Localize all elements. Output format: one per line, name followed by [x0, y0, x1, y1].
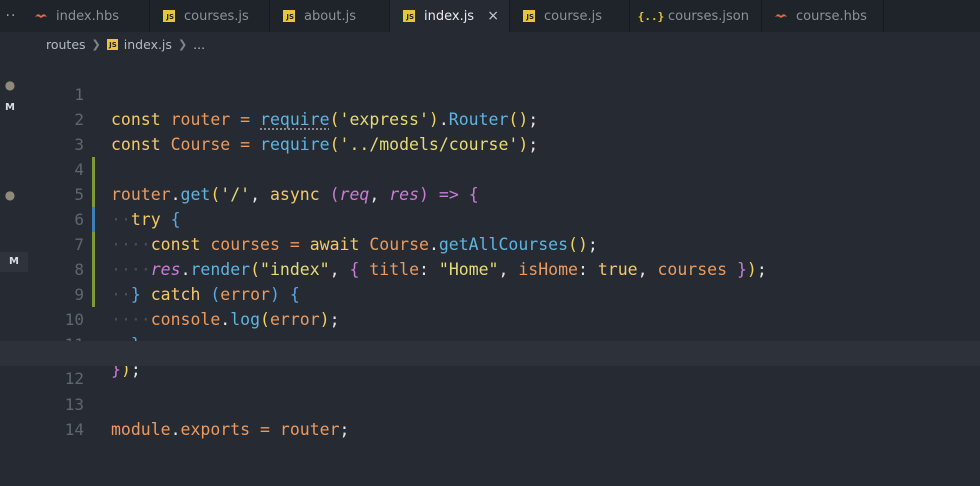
code-line[interactable]: 8 ··} catch (error) { — [0, 232, 980, 304]
js-badge: JS — [523, 10, 535, 22]
tab-about-js[interactable]: JS about.js — [270, 0, 390, 32]
code-line[interactable]: 6 ····const courses = await Course.getAl… — [0, 182, 980, 254]
breadcrumb-folder[interactable]: routes — [46, 37, 86, 52]
code-line[interactable]: 10 ··} — [0, 282, 980, 354]
code-line[interactable]: 13 module.exports = router; — [0, 367, 980, 439]
js-badge: JS — [403, 10, 415, 22]
tab-courses-json[interactable]: {..} courses.json — [630, 0, 762, 32]
breadcrumb-file[interactable]: index.js — [124, 37, 172, 52]
breadcrumb-symbol[interactable]: ... — [193, 37, 205, 52]
code-line[interactable]: 9 ····console.log(error); — [0, 257, 980, 329]
code-line[interactable]: 5 ··try { — [0, 157, 980, 229]
js-icon: JS — [282, 9, 296, 23]
js-badge: JS — [163, 10, 175, 22]
code-line[interactable]: 4 router.get('/', async (req, res) => { — [0, 132, 980, 204]
js-icon: JS — [522, 9, 536, 23]
code-editor[interactable]: 1 const router = require('express').Rout… — [0, 56, 980, 486]
js-icon: JS — [162, 9, 176, 23]
tab-label: index.js — [424, 8, 475, 24]
code-line[interactable]: 7 ····res.render("index", { title: "Home… — [0, 207, 980, 279]
code-line[interactable]: 14 — [0, 392, 980, 439]
json-badge: {..} — [637, 9, 665, 23]
tab-overflow-icon[interactable]: ·· — [0, 0, 22, 32]
code-line-current[interactable]: 12 — [0, 341, 980, 388]
js-icon: JS — [106, 38, 118, 50]
js-icon: JS — [402, 9, 416, 23]
code-line[interactable]: 3 — [0, 107, 980, 154]
tab-course-hbs[interactable]: course.hbs — [762, 0, 884, 32]
chevron-right-icon: ❯ — [177, 37, 188, 51]
close-icon[interactable]: × — [487, 8, 499, 24]
handlebars-icon — [774, 9, 788, 23]
handlebars-icon — [34, 9, 48, 23]
tab-label: courses.js — [184, 8, 249, 24]
code-line[interactable]: 1 const router = require('express').Rout… — [0, 57, 980, 129]
tab-label: course.hbs — [796, 8, 867, 24]
tab-label: courses.json — [668, 8, 749, 24]
js-badge: JS — [283, 10, 295, 22]
json-icon: {..} — [638, 9, 665, 23]
code-text: module.exports = router; — [111, 420, 350, 439]
tab-index-hbs[interactable]: index.hbs — [22, 0, 150, 32]
tab-label: index.hbs — [56, 8, 119, 24]
tab-courses-js[interactable]: JS courses.js — [150, 0, 270, 32]
code-line[interactable]: 2 const Course = require('../models/cour… — [0, 82, 980, 154]
editor-tab-bar: ·· index.hbs JS courses.js JS about.js J… — [0, 0, 980, 32]
code-line[interactable]: 11 }); — [0, 307, 980, 379]
tab-label: about.js — [304, 8, 357, 24]
tab-label: course.js — [544, 8, 602, 24]
breadcrumb: routes ❯ JS index.js ❯ ... — [0, 32, 980, 56]
tab-index-js[interactable]: JS index.js × — [390, 0, 510, 32]
chevron-right-icon: ❯ — [91, 37, 101, 51]
tab-course-js[interactable]: JS course.js — [510, 0, 630, 32]
line-number: 14 — [64, 420, 84, 439]
